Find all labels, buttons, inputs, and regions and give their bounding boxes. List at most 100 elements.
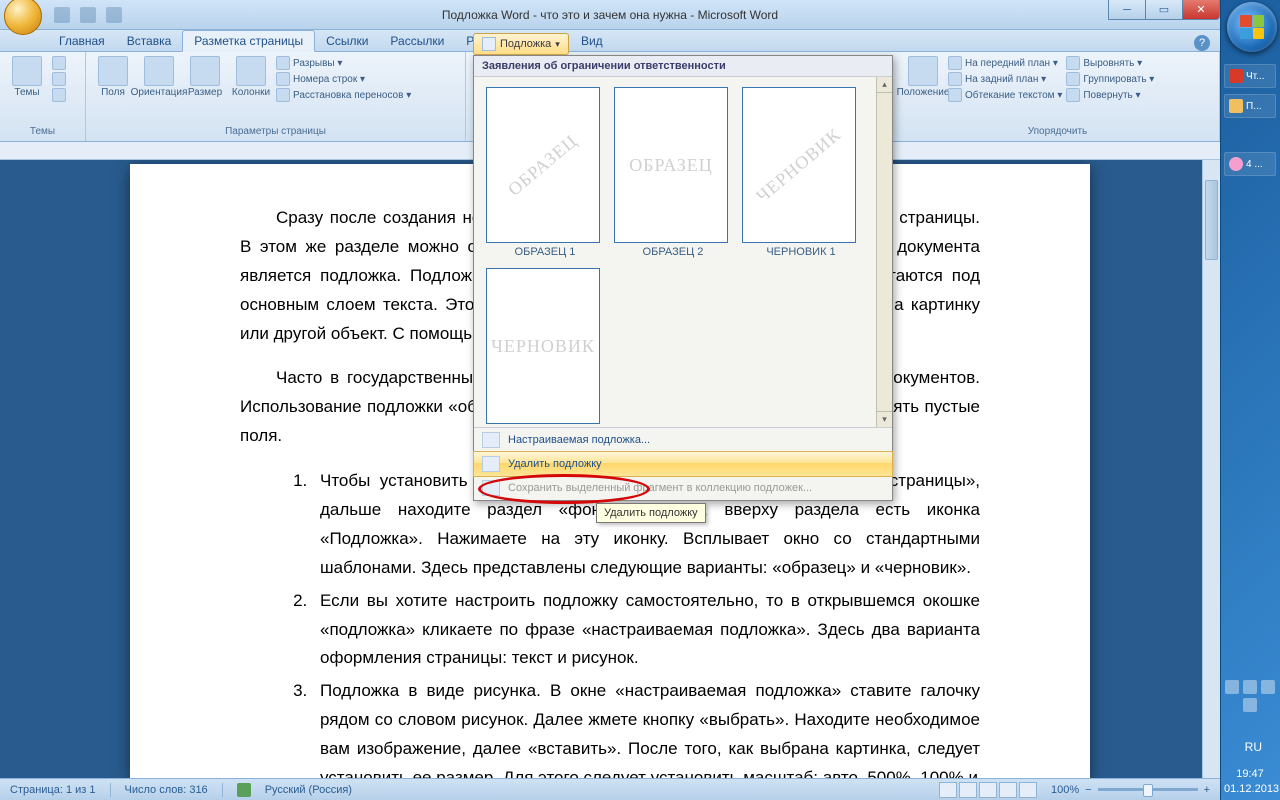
theme-fonts-icon[interactable] [52, 72, 66, 86]
hyphenation-icon [276, 88, 290, 102]
watermark-thumb-sample1[interactable]: ОБРАЗЕЦОБРАЗЕЦ 1 [486, 87, 604, 258]
rotate-icon [1066, 88, 1080, 102]
breaks-icon [276, 56, 290, 70]
draft-view[interactable] [1019, 782, 1037, 798]
start-button[interactable] [1227, 2, 1277, 52]
size-button[interactable]: Размер [184, 56, 226, 126]
tab-mailings[interactable]: Рассылки [379, 31, 455, 51]
group-button[interactable]: Группировать ▾ [1066, 72, 1154, 86]
back-icon [948, 72, 962, 86]
outline-view[interactable] [999, 782, 1017, 798]
custom-watermark-item[interactable]: Настраиваемая подложка... [474, 428, 892, 452]
zoom-level[interactable]: 100% [1051, 784, 1079, 796]
columns-icon [236, 56, 266, 86]
theme-effects-icon[interactable] [52, 88, 66, 102]
align-button[interactable]: Выровнять ▾ [1066, 56, 1154, 70]
gallery-scrollbar[interactable] [876, 77, 892, 427]
group-label-page-setup: Параметры страницы [92, 126, 459, 139]
status-language[interactable]: Русский (Россия) [265, 784, 352, 796]
theme-colors-icon[interactable] [52, 56, 66, 70]
margins-button[interactable]: Поля [92, 56, 134, 126]
custom-watermark-icon [482, 432, 500, 448]
status-page[interactable]: Страница: 1 из 1 [10, 784, 96, 796]
rotate-button[interactable]: Повернуть ▾ [1066, 88, 1154, 102]
tab-references[interactable]: Ссылки [315, 31, 379, 51]
save-icon[interactable] [54, 7, 70, 23]
full-screen-view[interactable] [959, 782, 977, 798]
group-label-themes: Темы [6, 126, 79, 139]
help-button[interactable]: ? [1194, 35, 1210, 51]
send-back-button[interactable]: На задний план ▾ [948, 72, 1062, 86]
scrollbar-thumb[interactable] [1205, 180, 1218, 260]
save-watermark-item: Сохранить выделенный фрагмент в коллекци… [474, 476, 892, 500]
remove-watermark-icon [482, 456, 500, 472]
tray-clock[interactable]: 19:4701.12.2013 [1224, 767, 1276, 796]
quick-access-toolbar [54, 7, 122, 23]
columns-button[interactable]: Колонки [230, 56, 272, 126]
zoom-in-button[interactable]: + [1204, 784, 1210, 796]
themes-button[interactable]: Темы [6, 56, 48, 126]
hyphenation-button[interactable]: Расстановка переносов ▾ [276, 88, 411, 102]
remove-watermark-item[interactable]: Удалить подложку [473, 451, 893, 477]
breaks-button[interactable]: Разрывы ▾ [276, 56, 411, 70]
tooltip: Удалить подложку [596, 503, 706, 523]
windows-taskbar: Чт... П... 4 ... RU 19:4701.12.2013 [1220, 0, 1280, 800]
wrap-icon [948, 88, 962, 102]
taskbar-item-messages[interactable]: 4 ... [1224, 152, 1276, 176]
view-buttons [939, 782, 1037, 798]
vertical-scrollbar[interactable] [1202, 160, 1220, 778]
align-icon [1066, 56, 1080, 70]
status-word-count[interactable]: Число слов: 316 [125, 784, 208, 796]
windows-logo-icon [1240, 15, 1264, 39]
position-button[interactable]: Положение [902, 56, 944, 126]
bring-front-button[interactable]: На передний план ▾ [948, 56, 1062, 70]
web-layout-view[interactable] [979, 782, 997, 798]
zoom-out-button[interactable]: − [1085, 784, 1091, 796]
proofing-icon[interactable] [237, 783, 251, 797]
redo-icon[interactable] [106, 7, 122, 23]
messages-icon [1229, 157, 1243, 171]
list-item: Подложка в виде рисунка. В окне «настраи… [312, 677, 980, 778]
titlebar: Подложка Word - что это и зачем она нужн… [0, 0, 1220, 30]
zoom-slider[interactable] [1098, 788, 1198, 791]
print-layout-view[interactable] [939, 782, 957, 798]
watermark-button[interactable]: Подложка [473, 33, 569, 55]
line-numbers-button[interactable]: Номера строк ▾ [276, 72, 411, 86]
orientation-icon [144, 56, 174, 86]
tab-insert[interactable]: Вставка [116, 31, 183, 51]
orientation-button[interactable]: Ориентация [138, 56, 180, 126]
status-bar: Страница: 1 из 1 Число слов: 316 Русский… [0, 778, 1220, 800]
themes-icon [12, 56, 42, 86]
office-button[interactable] [4, 0, 42, 35]
undo-icon[interactable] [80, 7, 96, 23]
watermark-thumb-sample2[interactable]: ОБРАЗЕЦОБРАЗЕЦ 2 [614, 87, 732, 258]
list-item: Если вы хотите настроить подложку самост… [312, 587, 980, 674]
save-watermark-icon [482, 480, 500, 496]
tab-page-layout[interactable]: Разметка страницы [182, 30, 315, 52]
tab-view[interactable]: Вид [570, 31, 614, 51]
taskbar-item-explorer[interactable]: П... [1224, 94, 1276, 118]
taskbar-item-yandex[interactable]: Чт... [1224, 64, 1276, 88]
group-label-arrange: Упорядочить [902, 126, 1213, 139]
tray-language[interactable]: RU [1245, 740, 1262, 754]
watermark-thumb-draft2[interactable]: ЧЕРНОВИКЧЕРНОВИК 2 [486, 268, 604, 427]
margins-icon [98, 56, 128, 86]
folder-icon [1229, 99, 1243, 113]
text-wrap-button[interactable]: Обтекание текстом ▾ [948, 88, 1062, 102]
group-icon [1066, 72, 1080, 86]
tab-home[interactable]: Главная [48, 31, 116, 51]
line-numbers-icon [276, 72, 290, 86]
watermark-thumb-draft1[interactable]: ЧЕРНОВИКЧЕРНОВИК 1 [742, 87, 860, 258]
minimize-button[interactable]: ─ [1108, 0, 1146, 20]
watermark-icon [482, 37, 496, 51]
yandex-icon [1229, 69, 1243, 83]
window-title: Подложка Word - что это и зачем она нужн… [0, 8, 1220, 22]
watermark-dropdown: Заявления об ограничении ответственности… [473, 55, 893, 501]
tray-icons[interactable] [1224, 680, 1276, 712]
close-button[interactable]: ✕ [1182, 0, 1220, 20]
position-icon [908, 56, 938, 86]
front-icon [948, 56, 962, 70]
maximize-button[interactable]: ▭ [1145, 0, 1183, 20]
watermark-gallery: ОБРАЗЕЦОБРАЗЕЦ 1 ОБРАЗЕЦОБРАЗЕЦ 2 ЧЕРНОВ… [474, 77, 892, 427]
dropdown-section-header: Заявления об ограничении ответственности [474, 56, 892, 77]
